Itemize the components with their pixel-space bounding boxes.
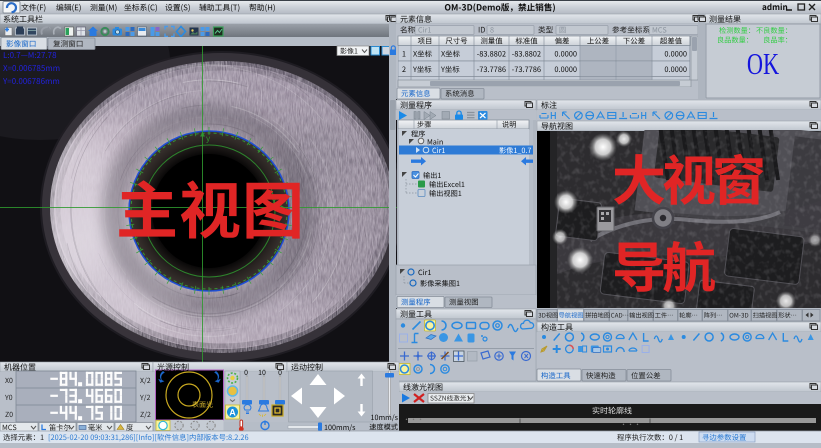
svg-text:A: A [229,408,236,418]
svg-text:OK: OK [747,46,780,80]
